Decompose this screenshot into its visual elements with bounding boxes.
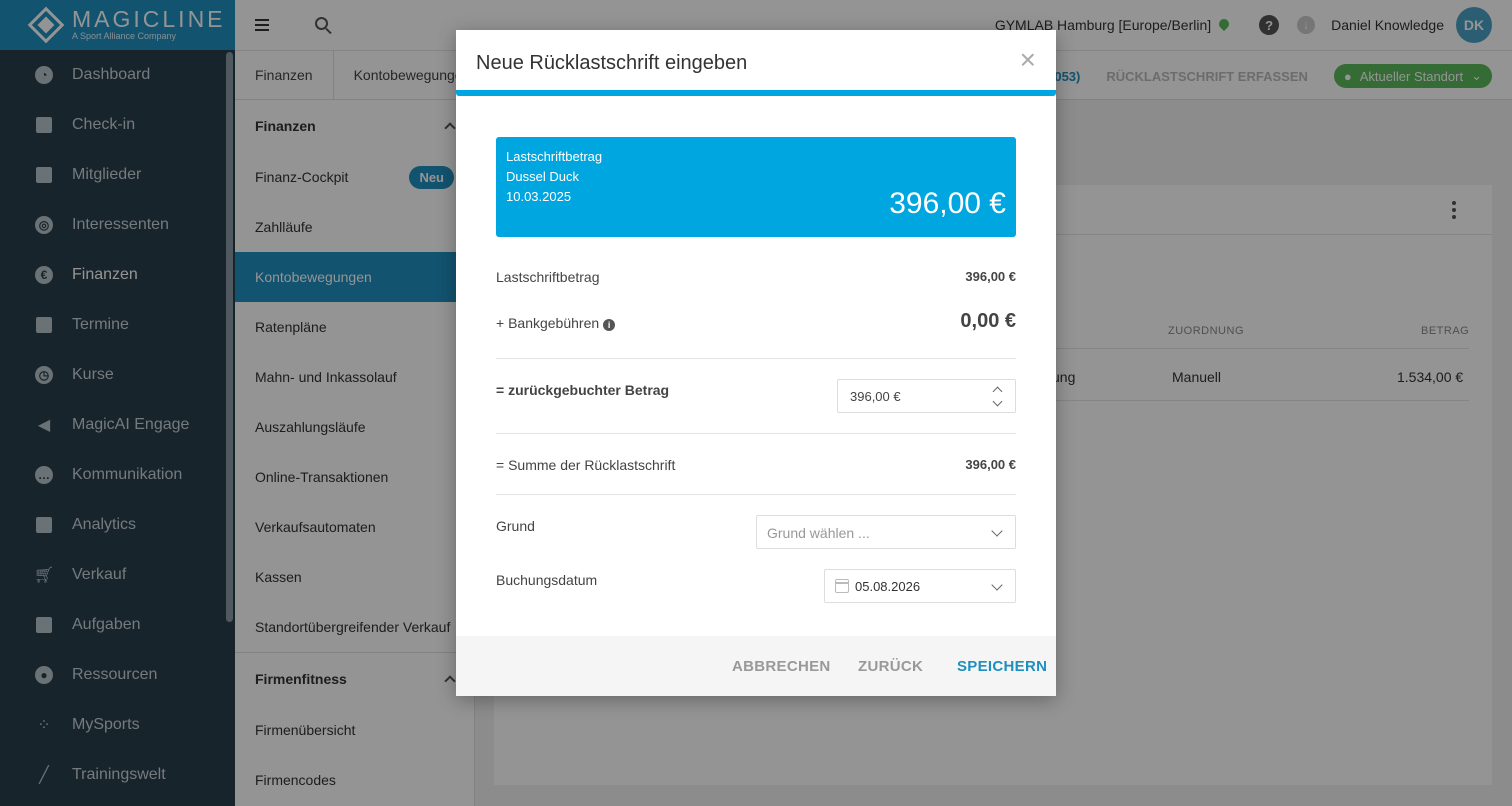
chevron-up-icon[interactable] [992, 386, 1003, 397]
booking-date-label: Buchungsdatum [496, 572, 598, 588]
save-button[interactable]: SPEICHERN [957, 658, 1047, 675]
back-button[interactable]: ZURÜCK [858, 658, 923, 675]
reason-select[interactable]: Grund wählen ... [756, 515, 1016, 549]
reason-label: Grund [496, 518, 535, 534]
dialog-footer: ABBRECHEN ZURÜCK SPEICHERN [456, 636, 1056, 696]
debit-amount-row: Lastschriftbetrag 396,00 € [496, 269, 1016, 285]
returned-amount-value: 396,00 € [850, 389, 901, 404]
chevron-down-icon[interactable] [992, 396, 1003, 407]
reason-placeholder: Grund wählen ... [767, 525, 870, 541]
debit-amount-value: 396,00 € [965, 269, 1016, 284]
chevron-down-icon [991, 525, 1003, 537]
booking-date-picker[interactable]: 05.08.2026 [824, 569, 1016, 603]
divider [496, 494, 1016, 495]
total-label: = Summe der Rücklastschrift [496, 457, 676, 473]
returned-amount-label: = zurückgebuchter Betrag [496, 382, 670, 398]
dialog-title: Neue Rücklastschrift eingeben [476, 52, 748, 74]
cancel-button[interactable]: ABBRECHEN [732, 658, 831, 675]
bank-fees-label: + Bankgebühren [496, 315, 600, 331]
bank-fees-value: 0,00 € [960, 310, 1016, 332]
debit-summary-card: Lastschriftbetrag Dussel Duck 10.03.2025… [496, 137, 1016, 237]
info-icon[interactable]: i [603, 319, 616, 331]
summary-amount: 396,00 € [889, 187, 1006, 220]
returned-amount-input[interactable]: 396,00 € [837, 379, 1016, 413]
calendar-icon [835, 579, 849, 593]
bank-fees-row: + Bankgebühren i 0,00 € [496, 310, 1016, 332]
summary-label: Lastschriftbetrag [506, 149, 603, 164]
amount-stepper[interactable] [992, 384, 1003, 410]
summary-date: 10.03.2025 [506, 189, 572, 204]
divider [496, 433, 1016, 434]
summary-member-name: Dussel Duck [506, 169, 579, 184]
total-row: = Summe der Rücklastschrift 396,00 € [496, 457, 1016, 473]
return-debit-dialog: Neue Rücklastschrift eingeben × Lastschr… [456, 30, 1056, 696]
debit-amount-label: Lastschriftbetrag [496, 269, 600, 285]
chevron-down-icon [991, 579, 1003, 591]
dialog-accent-bar [456, 90, 1056, 96]
booking-date-value: 05.08.2026 [855, 579, 921, 594]
close-icon[interactable]: × [1020, 46, 1036, 74]
divider [496, 358, 1016, 359]
total-value: 396,00 € [965, 457, 1016, 472]
